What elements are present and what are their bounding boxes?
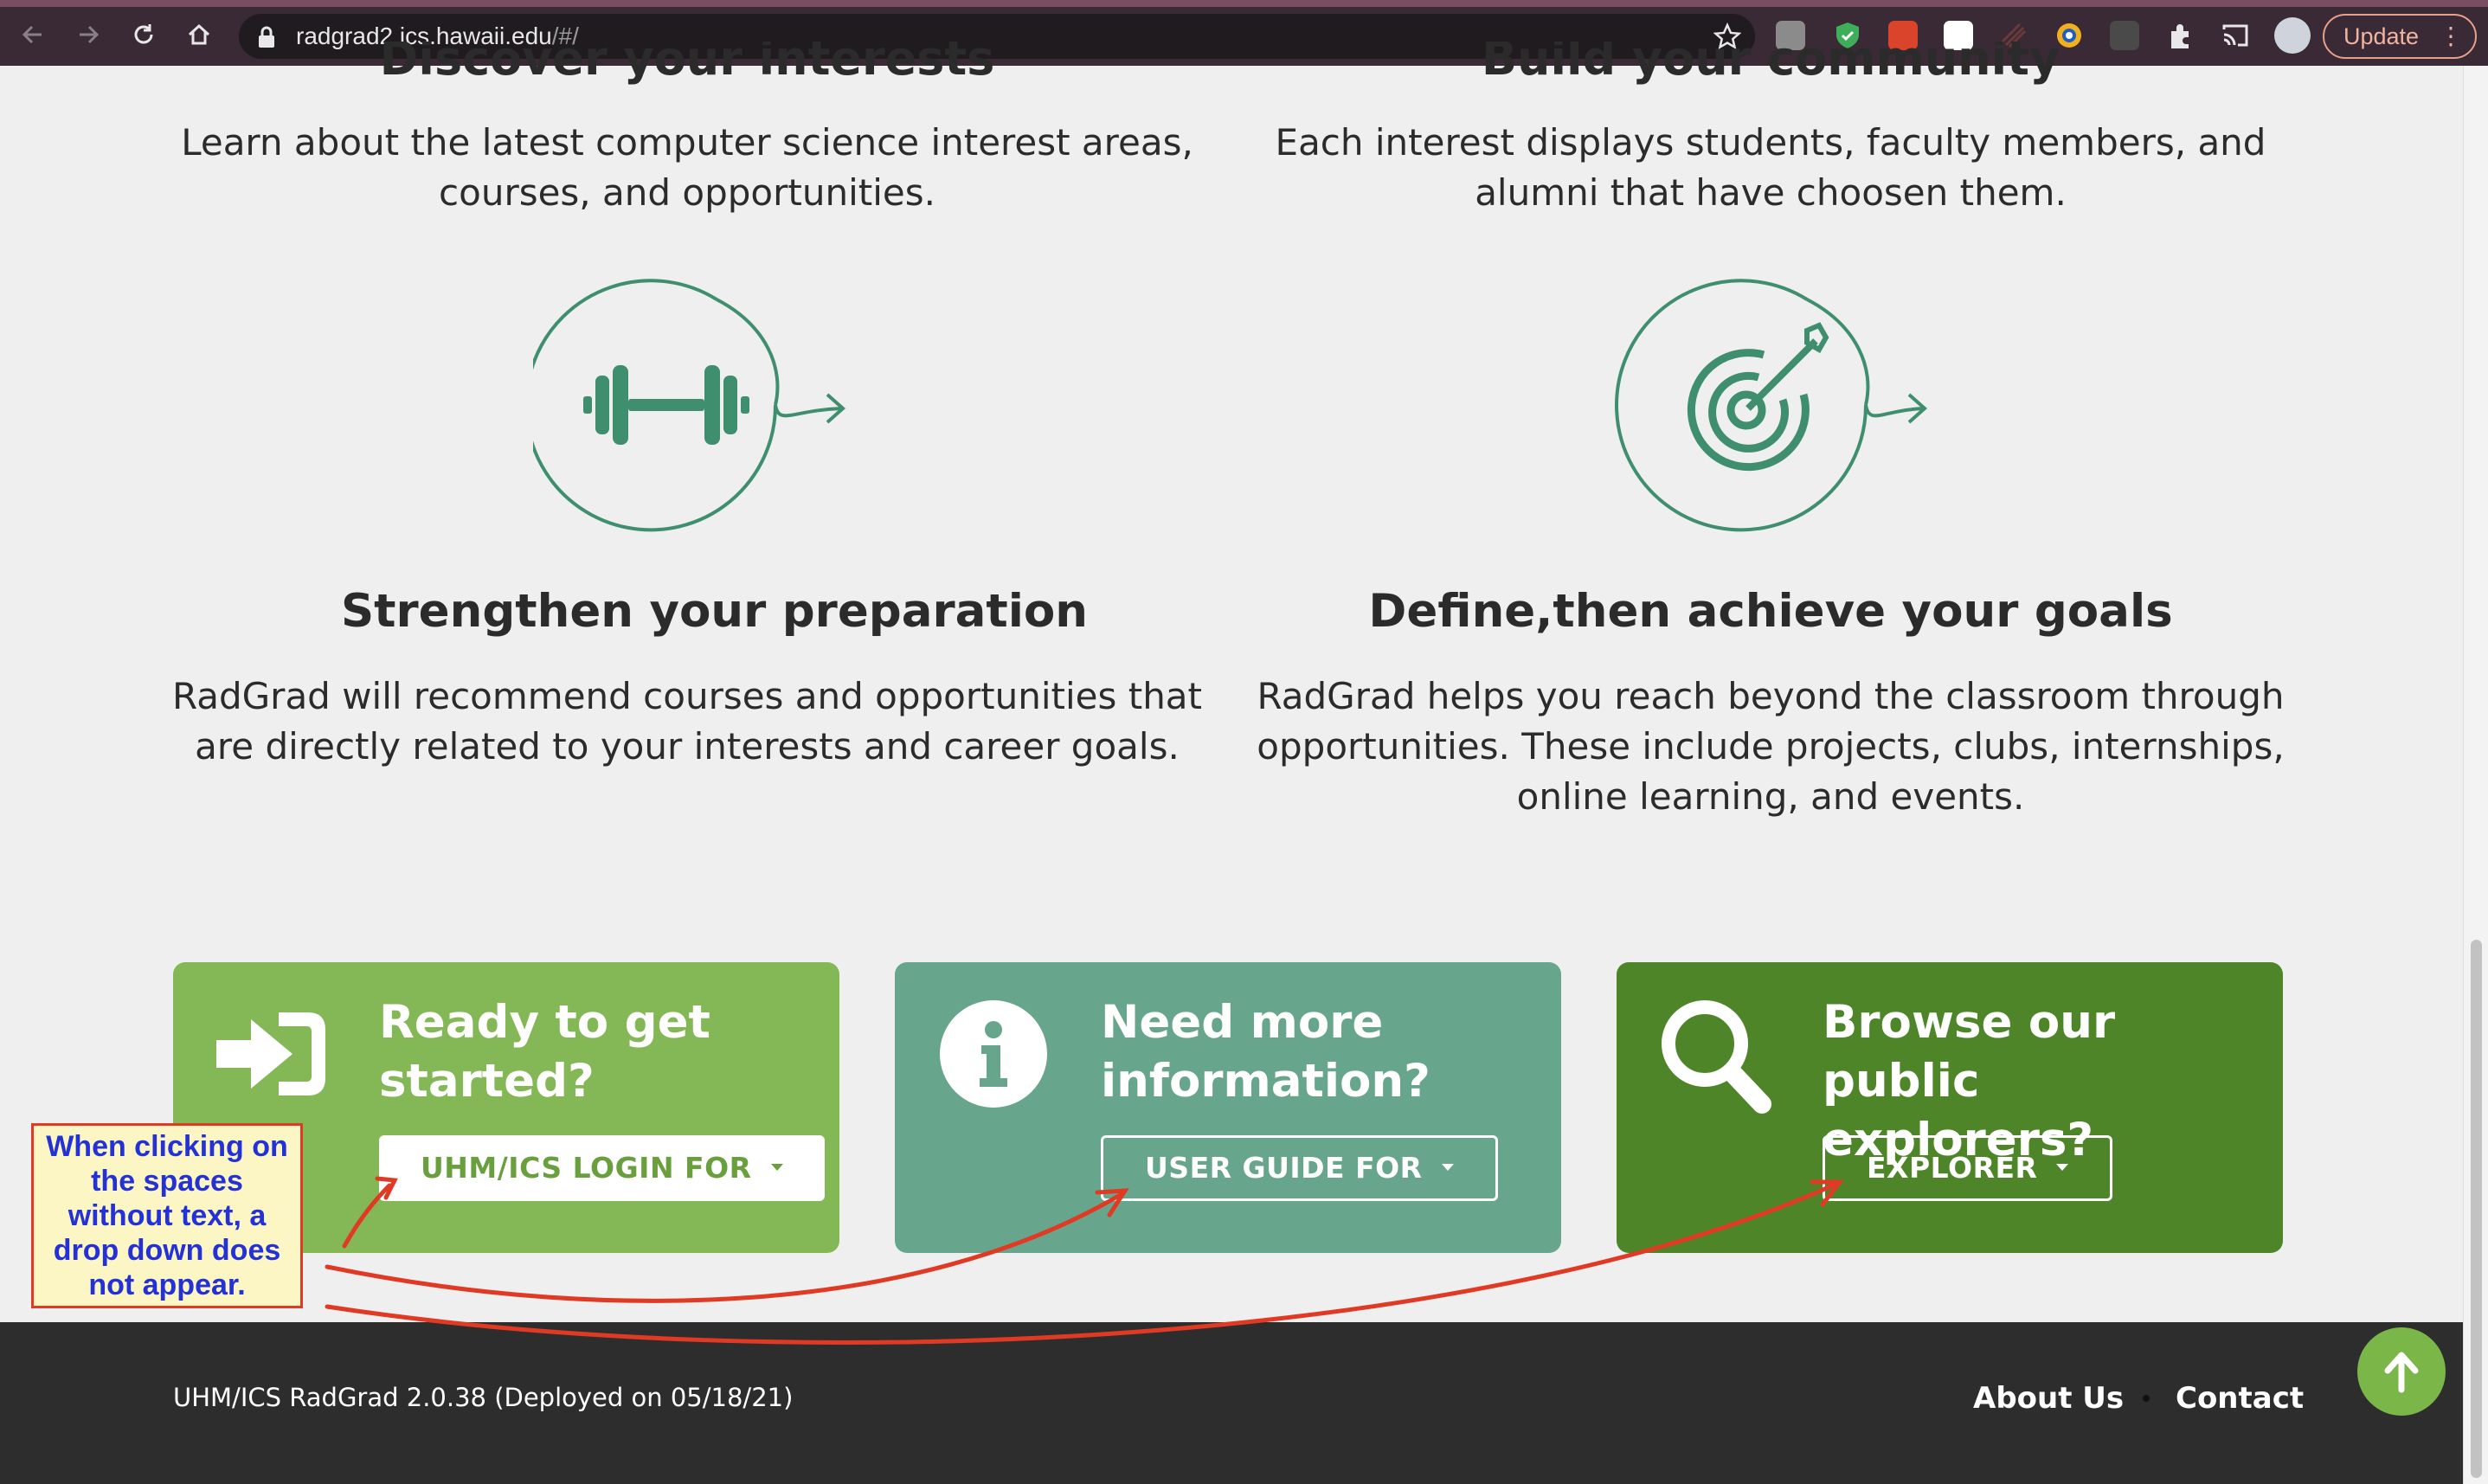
card-title-more-information: Need more information? bbox=[1101, 996, 1430, 1108]
update-button[interactable]: Update ⋮ bbox=[2323, 14, 2477, 59]
caret-down-icon bbox=[2056, 1163, 2069, 1171]
caret-down-icon bbox=[1441, 1163, 1454, 1171]
card-title-get-started: Ready to get started? bbox=[379, 996, 710, 1108]
page-footer: UHM/ICS RadGrad 2.0.38 (Deployed on 05/1… bbox=[0, 1322, 2463, 1484]
feature-title-goals: Define,then achieve your goals bbox=[1368, 585, 2173, 638]
caret-down-icon bbox=[770, 1163, 783, 1171]
login-dropdown-button[interactable]: UHM/ICS LOGIN FOR bbox=[379, 1135, 825, 1201]
interests-description: Learn about the latest computer science … bbox=[181, 121, 1193, 214]
scroll-to-top-button[interactable] bbox=[2357, 1327, 2446, 1416]
dumbbell-icon bbox=[533, 279, 846, 532]
vertical-scrollbar[interactable] bbox=[2463, 66, 2488, 1484]
sign-in-icon bbox=[216, 1012, 325, 1095]
profile-avatar[interactable] bbox=[2274, 17, 2311, 54]
feature-text-goals: RadGrad helps you reach beyond the class… bbox=[1257, 675, 2285, 818]
back-icon[interactable] bbox=[14, 16, 52, 54]
target-icon bbox=[1615, 279, 1928, 532]
footer-link-about[interactable]: About Us bbox=[1973, 1381, 2124, 1416]
card-more-information: Need more information? USER GUIDE FOR bbox=[895, 962, 1561, 1253]
footer-version: UHM/ICS RadGrad 2.0.38 (Deployed on 05/1… bbox=[173, 1383, 794, 1412]
footer-link-contact[interactable]: Contact bbox=[2176, 1381, 2304, 1416]
scrollbar-thumb[interactable] bbox=[2471, 940, 2482, 1478]
community-description: Each interest displays students, faculty… bbox=[1275, 121, 2266, 214]
feature-text-preparation: RadGrad will recommend courses and oppor… bbox=[171, 675, 1203, 768]
info-icon bbox=[940, 1000, 1047, 1108]
arrow-up-icon bbox=[2384, 1352, 2419, 1393]
forward-icon[interactable] bbox=[69, 16, 107, 54]
explorer-dropdown-button[interactable]: EXPLORER bbox=[1823, 1135, 2113, 1201]
user-guide-dropdown-button[interactable]: USER GUIDE FOR bbox=[1101, 1135, 1498, 1201]
footer-separator bbox=[2143, 1395, 2150, 1402]
reload-icon[interactable] bbox=[125, 16, 163, 54]
search-icon bbox=[1662, 1000, 1771, 1114]
annotation-note: When clicking on the spaces without text… bbox=[31, 1123, 303, 1308]
feature-title-preparation: Strengthen your preparation bbox=[341, 585, 1089, 638]
card-browse-explorers: Browse our public explorers? EXPLORER bbox=[1617, 962, 2283, 1253]
chrome-menu-icon: ⋮ bbox=[2439, 22, 2463, 49]
